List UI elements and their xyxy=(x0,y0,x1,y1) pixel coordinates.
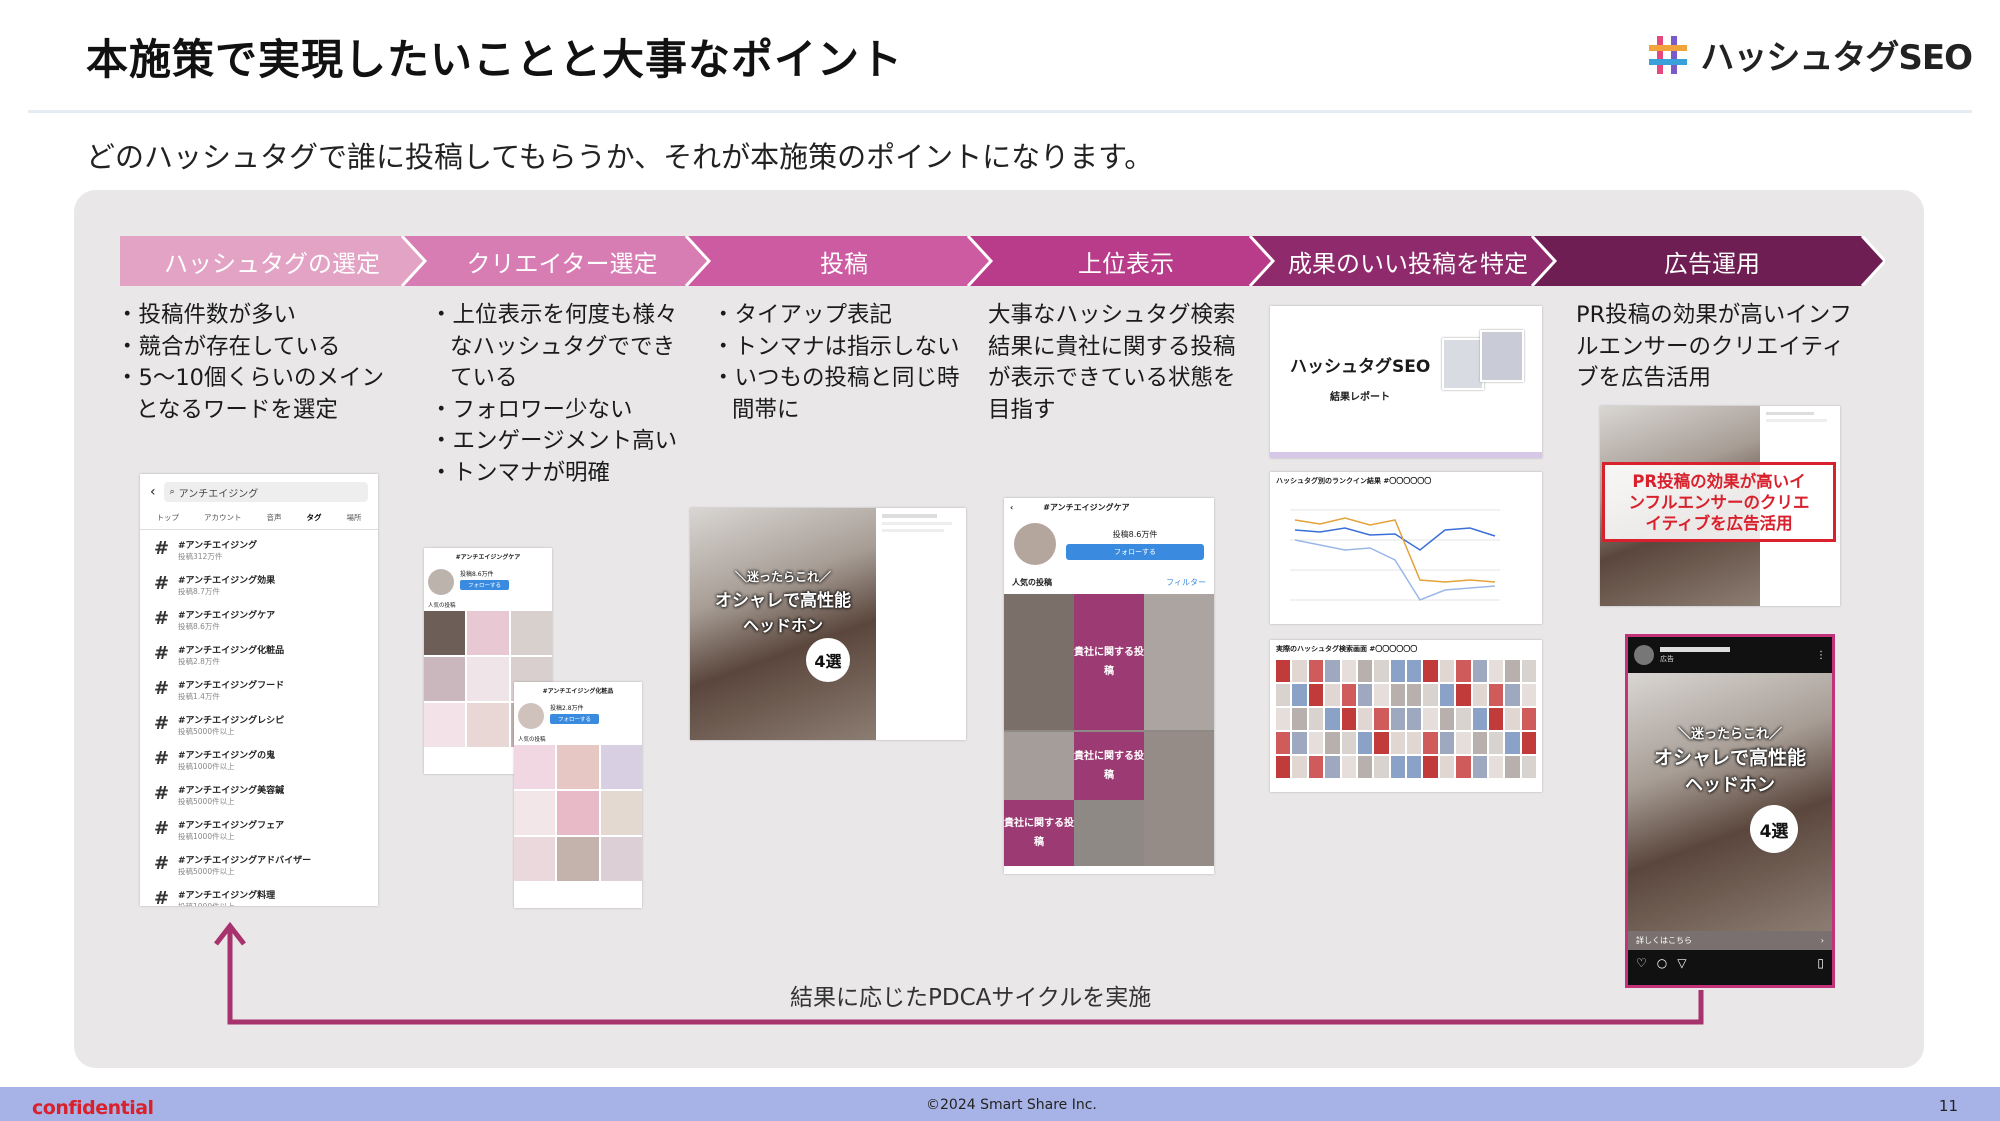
confidential-label: confidential xyxy=(32,1097,154,1119)
copyright: ©2024 Smart Share Inc. xyxy=(926,1097,1097,1113)
page-number: 11 xyxy=(1938,1097,1958,1115)
pdca-label: 結果に応じたPDCAサイクルを実施 xyxy=(790,985,1152,1011)
slide: 本施策で実現したいことと大事なポイント ハッシュタグSEO どのハッシュタグで誰… xyxy=(0,0,2000,1121)
pdca-arrow xyxy=(214,921,1704,1025)
